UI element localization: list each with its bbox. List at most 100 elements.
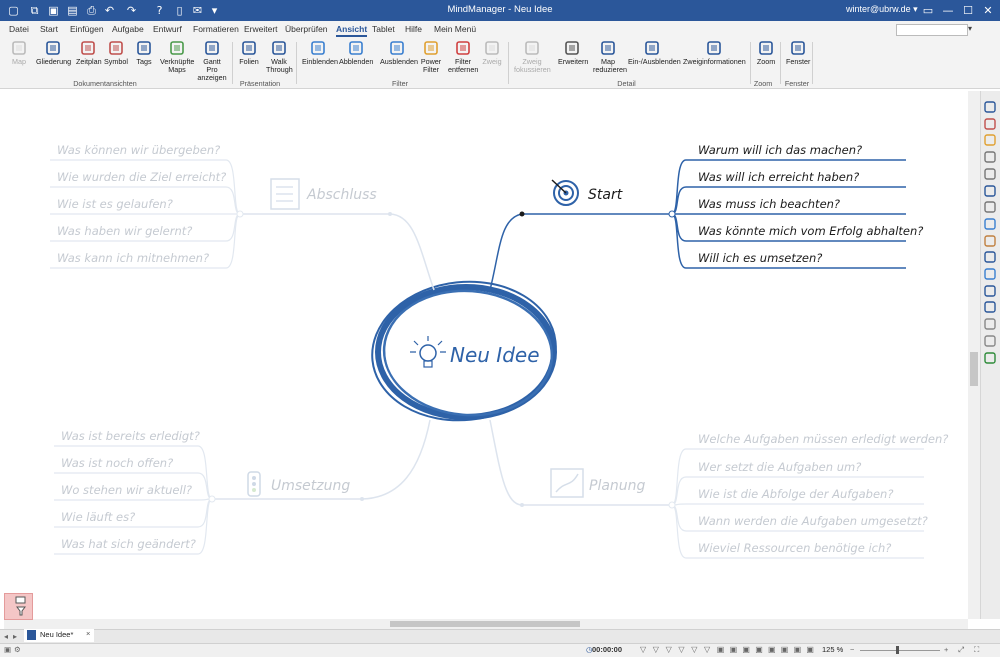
tab-formatieren[interactable]: Formatieren <box>193 24 239 34</box>
vertical-scroll-thumb[interactable] <box>970 352 978 386</box>
subtopic[interactable]: Was können wir übergeben? <box>57 143 220 157</box>
close-tab-icon[interactable]: × <box>86 629 90 638</box>
subtopic[interactable]: Was ist noch offen? <box>61 456 173 470</box>
print-view-icon[interactable]: ▣ <box>742 645 750 654</box>
presentation-icon[interactable]: ▣ <box>755 645 763 654</box>
ribbon-button-ein-ausblenden[interactable]: Ein-/Ausblenden <box>628 40 681 66</box>
topic-umsetzung[interactable]: Umsetzung <box>271 478 350 494</box>
contacts-icon[interactable] <box>984 151 996 163</box>
topic-planung[interactable]: Planung <box>589 478 646 494</box>
subtopic[interactable]: Wie ist die Abfolge der Aufgaben? <box>698 487 893 501</box>
library-icon[interactable] <box>984 117 996 130</box>
notes-view-icon[interactable]: ▣ <box>794 645 802 654</box>
ribbon-button-abblenden[interactable]: Abblenden <box>339 40 373 66</box>
pointer-icon[interactable] <box>984 168 996 180</box>
zoom-slider-thumb[interactable] <box>896 646 899 654</box>
ribbon-button-zweiginformationen[interactable]: Zweiginformationen <box>683 40 746 66</box>
ribbon-button-tags[interactable]: Tags <box>132 40 156 66</box>
ribbon-button-ausblenden[interactable]: Ausblenden <box>380 40 418 66</box>
idea-icon[interactable] <box>984 335 996 347</box>
tab-start[interactable]: Start <box>40 24 58 34</box>
collapse-toggle[interactable] <box>668 501 676 509</box>
subtopic[interactable]: Was könnte mich vom Erfolg abhalten? <box>698 224 923 238</box>
collapse-toggle[interactable] <box>208 495 216 503</box>
outlook-icon[interactable] <box>984 251 996 263</box>
filter-dropdown-icon[interactable]: ▽ <box>653 645 659 654</box>
task-info-icon[interactable] <box>984 218 996 230</box>
ribbon-button-zoom[interactable]: Zoom <box>755 40 777 66</box>
calendar-icon[interactable] <box>984 134 996 147</box>
subtopic[interactable]: Wie ist es gelaufen? <box>57 197 173 211</box>
ribbon-button-symbol[interactable]: Symbol <box>104 40 128 66</box>
subtopic[interactable]: Wer setzt die Aufgaben um? <box>698 460 861 474</box>
ribbon-button-einblenden[interactable]: Einblenden <box>302 40 338 66</box>
subtopic[interactable]: Wo stehen wir aktuell? <box>61 483 192 497</box>
search-icon[interactable] <box>984 201 996 213</box>
subtopic[interactable]: Was hat sich geändert? <box>61 537 196 551</box>
subtopic[interactable]: Was kann ich mitnehmen? <box>57 251 209 265</box>
sharepoint-icon[interactable] <box>984 234 996 247</box>
user-account[interactable]: winter@ubrw.de ▾ <box>846 4 918 15</box>
ribbon-button-gliederung[interactable]: Gliederung <box>36 40 71 66</box>
tab-mein-menü[interactable]: Mein Menü <box>434 24 476 34</box>
tab-überprüfen[interactable]: Überprüfen <box>285 24 328 34</box>
search-dropdown-icon[interactable]: ▾ <box>968 24 972 33</box>
tab-einfügen[interactable]: Einfügen <box>70 24 104 34</box>
status-left-icon[interactable]: ▣ <box>4 645 11 654</box>
ribbon-button-zeitplan[interactable]: Zeitplan <box>76 40 102 66</box>
restore-ribbon-icon[interactable]: ▭ <box>918 2 938 19</box>
info-icon[interactable]: ▣ <box>768 645 776 654</box>
outlook-mail-icon[interactable] <box>984 301 996 314</box>
image-icon[interactable]: ▣ <box>806 645 814 654</box>
subtopic[interactable]: Will ich es umsetzen? <box>698 251 822 265</box>
filter-options-icon[interactable]: ▽ <box>678 645 684 654</box>
subtopic[interactable]: Wann werden die Aufgaben umgesetzt? <box>698 514 928 528</box>
search-input[interactable] <box>896 24 968 36</box>
subtopic[interactable]: Was muss ich beachten? <box>698 197 840 211</box>
maximize-icon[interactable]: ☐ <box>958 2 978 19</box>
subtopic[interactable]: Welche Aufgaben müssen erledigt werden? <box>698 432 948 446</box>
duplicate-icon[interactable] <box>984 268 996 280</box>
subtopic[interactable]: Was ist bereits erledigt? <box>61 429 200 443</box>
ribbon-button-fenster[interactable]: Fenster <box>786 40 810 66</box>
close-icon[interactable]: ✕ <box>978 2 998 19</box>
map-parts-icon[interactable] <box>984 101 996 113</box>
tab-aufgabe[interactable]: Aufgabe <box>112 24 144 34</box>
subtopic[interactable]: Wie läuft es? <box>61 510 135 524</box>
filter-icon[interactable]: ▽ <box>640 645 646 654</box>
tab-datei[interactable]: Datei <box>9 24 29 34</box>
excel-icon[interactable] <box>984 351 996 364</box>
full-screen-icon[interactable]: ⛶ <box>974 645 979 655</box>
collapse-toggle[interactable] <box>668 210 676 218</box>
ribbon-button-erweitern[interactable]: Erweitern <box>558 40 588 66</box>
subtopic[interactable]: Wieviel Ressourcen benötige ich? <box>698 541 891 555</box>
list-icon[interactable] <box>984 284 996 297</box>
collapse-toggle[interactable] <box>236 210 244 218</box>
tab-scroll-right-icon[interactable]: ▸ <box>13 632 17 641</box>
ribbon-button-power-filter[interactable]: Power Filter <box>420 40 442 74</box>
tab-tablet[interactable]: Tablet <box>372 24 395 34</box>
filter-clear-icon[interactable]: ▽ <box>691 645 697 654</box>
ribbon-button-zweig[interactable]: Zweig <box>482 40 502 66</box>
horizontal-scroll-thumb[interactable] <box>390 621 580 627</box>
zoom-slider[interactable] <box>860 650 940 651</box>
ribbon-button-folien[interactable]: Folien <box>238 40 260 66</box>
topic-start[interactable]: Start <box>588 187 623 203</box>
subtopic[interactable]: Was haben wir gelernt? <box>57 224 192 238</box>
ribbon-button-walk-through[interactable]: Walk Through <box>266 40 293 74</box>
ribbon-button-filter-entfernen[interactable]: Filter entfernen <box>448 40 478 74</box>
layout-icon[interactable]: ▣ <box>717 645 725 654</box>
ribbon-button-verknüpfte-maps[interactable]: Verknüpfte Maps <box>160 40 194 74</box>
branch-filter-icon[interactable]: ▽ <box>704 645 710 654</box>
gantt-view-icon[interactable]: ▣ <box>781 645 789 654</box>
central-topic[interactable]: Neu Idee <box>450 343 540 367</box>
topic-abschluss[interactable]: Abschluss <box>306 187 377 203</box>
subtopic[interactable]: Was will ich erreicht haben? <box>698 170 859 184</box>
map-canvas[interactable]: Warum will ich das machen? Was will ich e… <box>4 91 968 619</box>
ribbon-button-gantt-pro-anzeigen[interactable]: Gantt Pro anzeigen <box>197 40 227 82</box>
outline-view-icon[interactable]: ▣ <box>730 645 738 654</box>
ribbon-button-zweig-fokussieren[interactable]: Zweig fokussieren <box>514 40 551 74</box>
fit-map-icon[interactable]: ⤢ <box>958 645 964 655</box>
subtopic[interactable]: Warum will ich das machen? <box>698 143 862 157</box>
globe-icon[interactable] <box>984 318 996 330</box>
